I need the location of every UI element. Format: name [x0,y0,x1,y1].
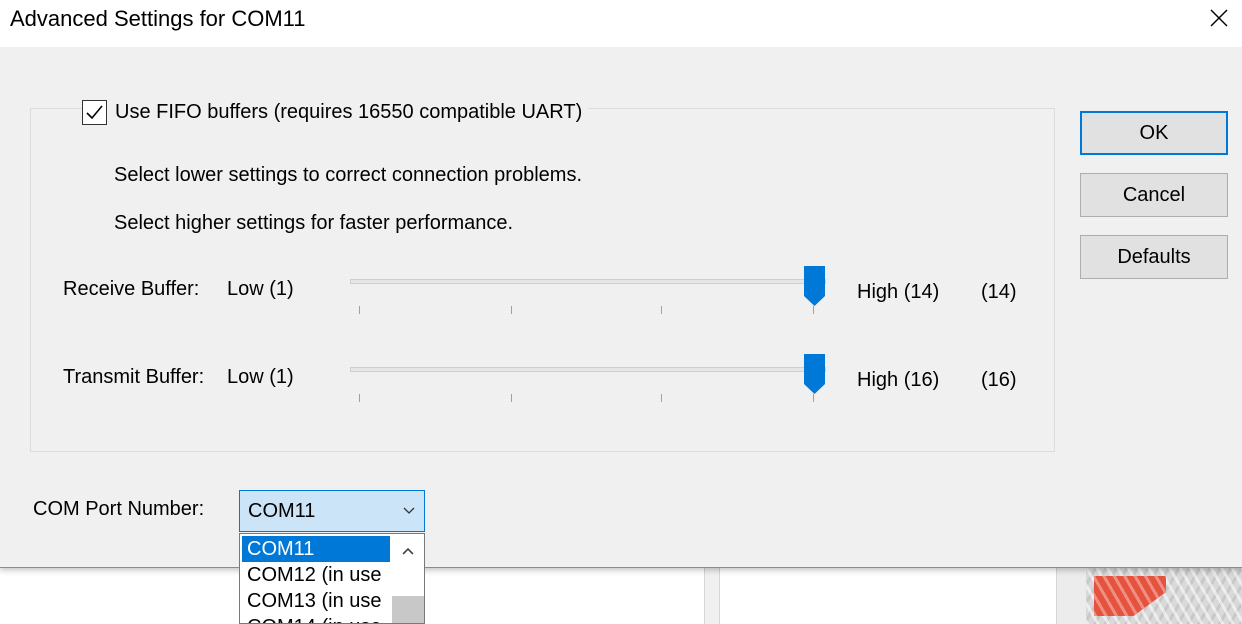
cancel-button[interactable]: Cancel [1080,173,1228,217]
com-port-dropdown-list[interactable]: COM11 COM12 (in use COM13 (in use COM14 … [239,533,425,624]
close-icon [1210,9,1228,27]
list-item[interactable]: COM11 [242,536,390,562]
transmit-value: (16) [981,369,1017,391]
slider-tick [511,394,512,402]
receive-high-label: High (14) [857,281,940,303]
hint-higher-settings: Select higher settings for faster perfor… [114,212,514,234]
slider-tick [359,394,360,402]
slider-tick [813,394,814,402]
checkmark-icon [86,104,103,119]
advanced-settings-dialog: Advanced Settings for COM11 Use FIFO buf… [0,0,1242,568]
window-title: Advanced Settings for COM11 [10,6,306,31]
slider-thumb[interactable] [804,266,825,306]
list-item[interactable]: COM14 (in use [242,614,390,623]
slider-tick [813,306,814,314]
transmit-low-label: Low (1) [227,366,294,388]
chevron-down-icon [403,507,415,514]
slider-tick [511,306,512,314]
receive-low-label: Low (1) [227,278,294,300]
receive-buffer-label: Receive Buffer: [63,278,200,300]
ok-button[interactable]: OK [1080,111,1228,155]
com-port-label: COM Port Number: [33,498,205,520]
chevron-up-icon [402,547,414,555]
fifo-checkbox[interactable] [82,99,107,125]
slider-thumb[interactable] [804,354,825,394]
slider-tick [661,394,662,402]
receive-value: (14) [981,281,1017,303]
fifo-checkbox-row[interactable]: Use FIFO buffers (requires 16550 compati… [82,98,589,126]
background-divider [1056,568,1086,624]
slider-track [350,279,826,284]
fifo-label: Use FIFO buffers (requires 16550 compati… [115,100,583,123]
hint-lower-settings: Select lower settings to correct connect… [114,164,582,186]
background-divider [704,568,720,624]
title-bar: Advanced Settings for COM11 [0,0,1242,47]
list-item[interactable]: COM13 (in use [242,588,390,614]
scroll-up-button[interactable] [392,536,424,566]
receive-buffer-slider[interactable] [350,266,826,326]
com-port-select[interactable]: COM11 [239,490,425,532]
slider-tick [359,306,360,314]
transmit-buffer-label: Transmit Buffer: [63,366,205,388]
defaults-button[interactable]: Defaults [1080,235,1228,279]
close-button[interactable] [1196,0,1242,36]
list-item[interactable]: COM12 (in use [242,562,390,588]
com-port-selected-value: COM11 [248,499,316,522]
slider-tick [661,306,662,314]
transmit-buffer-slider[interactable] [350,354,826,414]
transmit-high-label: High (16) [857,369,940,391]
scrollbar-thumb[interactable] [392,596,424,623]
slider-track [350,367,826,372]
